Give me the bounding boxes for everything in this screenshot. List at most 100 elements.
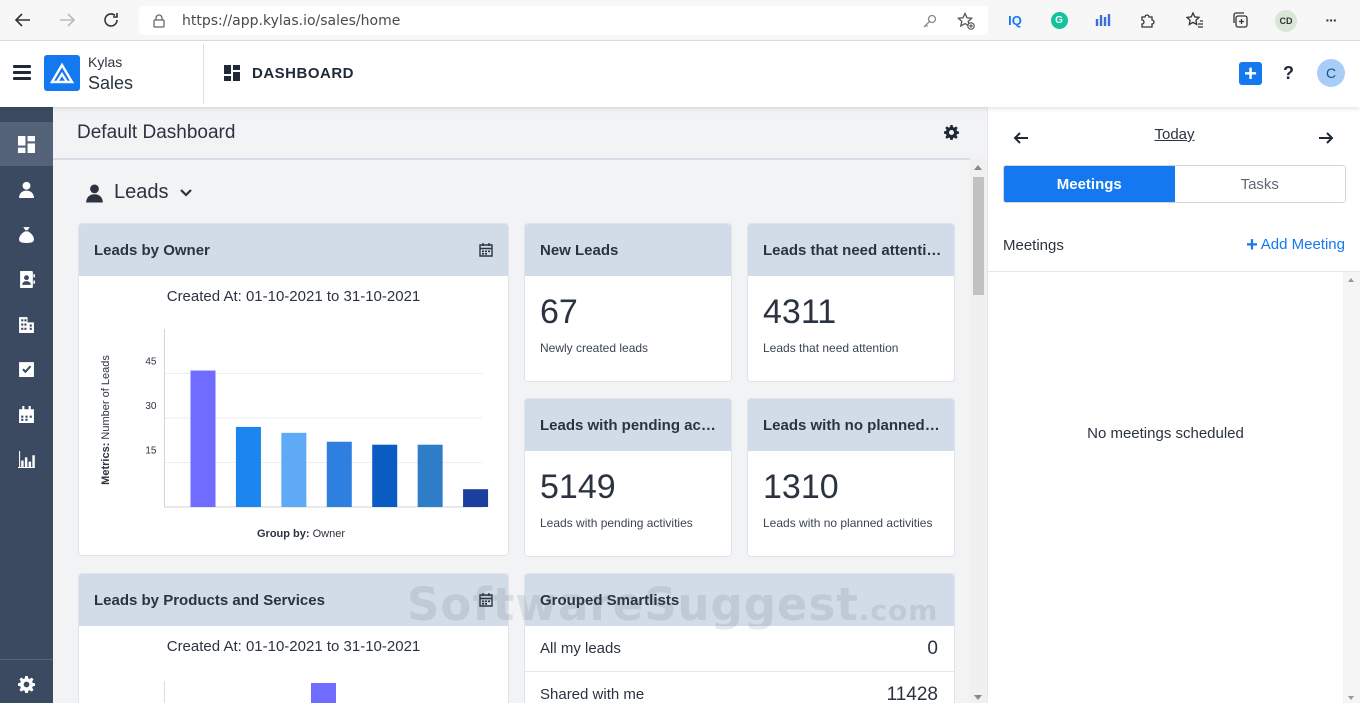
key-icon[interactable] [921, 12, 939, 30]
card-title: Leads that need attention [763, 241, 942, 259]
dashboard-settings-icon[interactable] [944, 125, 959, 141]
quick-add-button[interactable]: + [1239, 62, 1262, 85]
card-header: Leads by Products and Services [79, 574, 508, 626]
brand-product: Sales [88, 73, 134, 93]
card-leads-by-products: Leads by Products and Services Created A… [78, 573, 509, 703]
card-leads-need-attention[interactable]: Leads that need attention 4311 Leads tha… [747, 223, 955, 382]
sidebar-item-settings[interactable] [0, 662, 53, 703]
chart-icon [18, 450, 35, 468]
more-icon[interactable]: ··· [1321, 10, 1341, 30]
add-favorite-icon[interactable] [957, 12, 975, 30]
meetings-label: Meetings [1003, 237, 1064, 254]
smartlist-row[interactable]: Shared with me 11428 [525, 672, 954, 703]
y-axis-label-text: Number of Leads [100, 355, 112, 440]
metric-value: 67 [540, 293, 578, 331]
address-bar[interactable]: https://app.kylas.io/sales/home [139, 6, 988, 35]
gear-icon [18, 675, 35, 693]
dashboard-icon [18, 135, 35, 153]
sidebar [0, 107, 53, 703]
collections-icon[interactable] [1230, 10, 1250, 30]
panel-divider [988, 271, 1360, 272]
sidebar-item-companies[interactable] [0, 302, 53, 346]
user-icon [19, 181, 34, 198]
card-new-leads[interactable]: New Leads 67 Newly created leads [524, 223, 732, 382]
smartlist-row[interactable]: All my leads 0 [525, 626, 954, 672]
sidebar-item-reports[interactable] [0, 437, 53, 481]
add-meeting-link[interactable]: + Add Meeting [1246, 235, 1345, 255]
scroll-thumb[interactable] [973, 177, 984, 295]
x-axis-label-prefix: Group by: [257, 528, 313, 540]
puzzle-icon[interactable] [1137, 10, 1157, 30]
chart-bar [417, 444, 443, 507]
smartlist-count: 0 [927, 637, 938, 659]
sidebar-item-dashboard[interactable] [0, 122, 53, 166]
header-divider [203, 44, 204, 104]
tab-meetings[interactable]: Meetings [1004, 166, 1175, 202]
card-header: Leads that need attention [748, 224, 954, 276]
x-axis-label: Group by: Owner [257, 528, 345, 540]
dashboard-icon [224, 65, 240, 81]
card-leads-pending-activities[interactable]: Leads with pending activities 5149 Leads… [524, 398, 732, 557]
extension-iq-icon[interactable]: IQ [1005, 10, 1025, 30]
hamburger-icon[interactable] [13, 65, 31, 81]
lock-icon[interactable] [153, 13, 167, 28]
brand-name: Kylas [88, 54, 123, 70]
empty-state: No meetings scheduled [1087, 425, 1244, 442]
card-leads-no-planned-activities[interactable]: Leads with no planned activities 1310 Le… [747, 398, 955, 557]
grammarly-letter: G [1050, 11, 1068, 29]
card-header: Grouped Smartlists [525, 574, 954, 626]
smartlist-name: All my leads [540, 640, 621, 657]
section-toggle-leads[interactable]: Leads [85, 181, 193, 204]
sidebar-item-tasks[interactable] [0, 347, 53, 391]
tab-tasks[interactable]: Tasks [1174, 166, 1345, 202]
help-icon[interactable]: ? [1283, 63, 1294, 84]
app-header: Kylas Sales DASHBOARD + ? C [0, 41, 1360, 107]
card-grouped-smartlists: Grouped Smartlists All my leads 0 Shared… [524, 573, 955, 703]
chevron-down-icon [179, 188, 192, 197]
panel-scrollbar[interactable] [1343, 272, 1360, 703]
scroll-down-arrow[interactable] [974, 695, 982, 700]
extension-chart-icon[interactable] [1093, 10, 1113, 30]
sidebar-item-leads[interactable] [0, 167, 53, 211]
chart-bar [281, 432, 307, 507]
sidebar-item-contacts[interactable] [0, 257, 53, 301]
user-icon [86, 183, 103, 202]
kylas-logo-icon[interactable] [44, 55, 80, 91]
date-selector[interactable]: Today [988, 126, 1360, 143]
back-icon[interactable] [12, 9, 34, 31]
arrow-right-icon[interactable] [1318, 130, 1334, 146]
leads-by-products-chart [164, 681, 336, 703]
card-leads-by-owner: Leads by Owner Created At: 01-10-2021 to… [78, 223, 509, 556]
calendar-icon [19, 405, 34, 423]
y-tick-label: 30 [145, 401, 157, 412]
chart-bar [311, 683, 336, 703]
sidebar-item-deals[interactable] [0, 212, 53, 256]
scroll-up-arrow[interactable] [1348, 278, 1354, 282]
y-axis-label-prefix: Metrics: [100, 440, 112, 485]
smartlist-name: Shared with me [540, 686, 645, 703]
forward-icon[interactable] [56, 9, 78, 31]
refresh-icon[interactable] [100, 9, 122, 31]
favorites-icon[interactable] [1185, 10, 1205, 30]
building-icon [19, 316, 34, 333]
grammarly-icon[interactable]: G [1049, 10, 1069, 30]
y-tick-label: 15 [145, 446, 157, 457]
chart-bar [326, 441, 352, 507]
card-header: Leads by Owner [79, 224, 508, 276]
scroll-down-arrow[interactable] [1348, 696, 1354, 700]
metric-caption: Leads with no planned activities [763, 516, 933, 530]
metric-value: 4311 [763, 293, 837, 331]
user-avatar[interactable]: C [1317, 59, 1345, 87]
smartlist-count: 11428 [886, 683, 938, 703]
main-scrollbar[interactable] [970, 159, 987, 703]
sidebar-item-calendar[interactable] [0, 392, 53, 436]
scroll-up-arrow[interactable] [974, 165, 982, 170]
url-text[interactable]: https://app.kylas.io/sales/home [182, 13, 400, 29]
contact-book-icon [20, 270, 35, 288]
calendar-icon[interactable] [479, 242, 493, 257]
chart-bar [463, 489, 489, 507]
calendar-icon[interactable] [479, 592, 493, 607]
card-header: New Leads [525, 224, 731, 276]
browser-profile-avatar[interactable]: CD [1275, 10, 1297, 32]
money-bag-icon [19, 226, 34, 243]
